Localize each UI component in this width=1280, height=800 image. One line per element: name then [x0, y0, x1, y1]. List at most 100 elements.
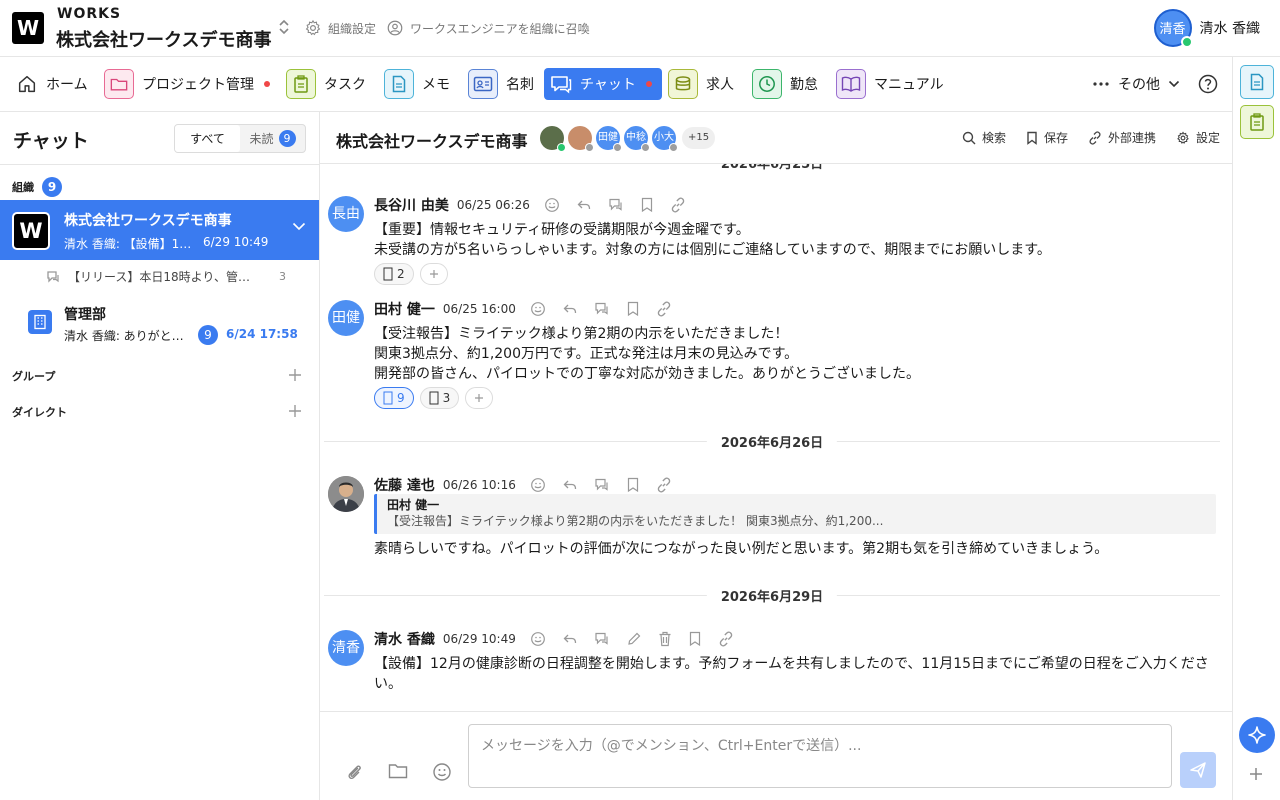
nav-card[interactable]: 名刺 [464, 68, 538, 100]
link-icon[interactable] [656, 477, 672, 493]
bookmark-icon[interactable] [688, 631, 702, 647]
reaction-chip[interactable]: 3 [419, 387, 460, 409]
nav-chat[interactable]: チャット [544, 68, 662, 100]
emoji-icon[interactable] [530, 631, 546, 647]
nav-manual[interactable]: マニュアル [832, 68, 948, 100]
link-icon[interactable] [656, 301, 672, 317]
bookmark-icon[interactable] [626, 301, 640, 317]
more-dots-icon [1092, 82, 1110, 86]
building-icon [28, 310, 52, 334]
memo-icon [1250, 73, 1264, 91]
org-switch-icon[interactable] [278, 18, 290, 36]
edit-icon[interactable] [626, 631, 642, 647]
reply-icon[interactable] [562, 631, 578, 647]
sender-name[interactable]: 佐藤 達也 [374, 475, 435, 495]
org-name[interactable]: 株式会社ワークスデモ商事 [56, 26, 271, 52]
add-reaction-button[interactable] [465, 387, 494, 409]
section-org-header[interactable]: 組織 9 [12, 177, 62, 197]
nav-attendance[interactable]: 勤怠 [748, 68, 822, 100]
reply-icon[interactable] [576, 197, 592, 213]
member-list[interactable]: 田健 中稔 小大 +15 [540, 126, 716, 152]
member-avatar[interactable]: 中稔 [624, 126, 650, 152]
nav-more-menu[interactable]: その他 [1092, 74, 1180, 94]
invite-engineer-link[interactable]: ワークスエンジニアを組織に召喚 [386, 19, 590, 37]
reactions: 9 3 [374, 387, 494, 409]
bookmark-icon[interactable] [626, 477, 640, 493]
chat-settings-button[interactable]: 設定 [1176, 129, 1220, 146]
add-reaction-button[interactable] [419, 263, 448, 285]
external-link-button[interactable]: 外部連携 [1088, 129, 1156, 146]
member-avatar[interactable] [540, 126, 566, 152]
members-more-badge[interactable]: +15 [682, 127, 716, 149]
bookmark-icon[interactable] [640, 197, 654, 213]
thread-icon[interactable] [608, 197, 624, 213]
attach-icon[interactable] [344, 762, 364, 782]
trash-icon[interactable] [658, 631, 672, 647]
message-header: 佐藤 達也 06/26 10:16 [374, 476, 672, 494]
add-group-icon[interactable] [288, 368, 302, 382]
reply-icon[interactable] [562, 477, 578, 493]
thread-icon[interactable] [594, 301, 610, 317]
section-group-header[interactable]: グループ [12, 368, 55, 384]
org-settings-link[interactable]: 組織設定 [304, 19, 376, 37]
chat-title: 株式会社ワークスデモ商事 [336, 132, 528, 151]
member-avatar[interactable]: 小大 [652, 126, 678, 152]
emoji-icon[interactable] [530, 301, 546, 317]
avatar[interactable]: 田健 [328, 300, 364, 336]
save-button[interactable]: 保存 [1026, 129, 1068, 146]
emoji-icon[interactable] [432, 762, 452, 782]
message-header: 長谷川 由美 06/25 06:26 [374, 196, 686, 214]
chat-actions: 検索 保存 外部連携 設定 [962, 129, 1220, 146]
sender-name[interactable]: 清水 香織 [374, 629, 435, 649]
filter-unread-tab[interactable]: 未読 9 [240, 125, 305, 152]
link-icon[interactable] [718, 631, 734, 647]
member-avatar[interactable] [568, 126, 594, 152]
clap-icon [429, 391, 439, 405]
nav-manual-label: マニュアル [874, 77, 944, 93]
folder-icon[interactable] [388, 762, 408, 780]
avatar[interactable]: 清香 [328, 630, 364, 666]
nav-memo[interactable]: メモ [380, 68, 454, 100]
emoji-icon[interactable] [544, 197, 560, 213]
works-logo[interactable]: W [12, 12, 44, 44]
send-button[interactable] [1180, 752, 1216, 788]
help-icon[interactable] [1198, 74, 1218, 94]
chat-room-active[interactable]: W 株式会社ワークスデモ商事 清水 香織: 【設備】1… 6/29 10:49 [0, 200, 319, 260]
member-avatar[interactable]: 田健 [596, 126, 622, 152]
emoji-icon[interactable] [530, 477, 546, 493]
sender-name[interactable]: 長谷川 由美 [374, 195, 449, 215]
avatar[interactable]: 長由 [328, 196, 364, 232]
thread-icon[interactable] [594, 477, 610, 493]
ai-assistant-button[interactable] [1239, 717, 1275, 753]
message-input[interactable] [468, 724, 1172, 788]
thread-text: 【リリース】本日18時より、管… [68, 270, 250, 284]
room-name-admin[interactable]: 管理部 [64, 304, 106, 324]
nav-task[interactable]: タスク [282, 68, 370, 100]
notification-dot [645, 81, 652, 87]
reaction-chip[interactable]: 9 [374, 387, 414, 409]
message-header: 田村 健一 06/25 16:00 [374, 300, 672, 318]
reaction-chip[interactable]: 2 [374, 263, 414, 285]
chevron-down-icon[interactable] [292, 222, 306, 231]
thread-item[interactable]: 【リリース】本日18時より、管… [46, 268, 306, 285]
user-menu[interactable]: 清香 清水 香織 [1153, 9, 1260, 48]
rail-add-icon[interactable] [1249, 767, 1263, 781]
nav-card-label: 名刺 [506, 77, 534, 93]
filter-all-tab[interactable]: すべて [175, 125, 240, 152]
sender-name[interactable]: 田村 健一 [374, 299, 435, 319]
quoted-message[interactable]: 田村 健一 【受注報告】ミライテック様より第2期の内示をいただきました！ 関東3… [374, 494, 1216, 534]
sidebar-title: チャット [13, 130, 89, 152]
avatar[interactable] [328, 476, 364, 512]
search-button[interactable]: 検索 [962, 129, 1006, 146]
rail-memo-button[interactable] [1240, 65, 1274, 99]
thread-icon[interactable] [594, 631, 610, 647]
nav-project[interactable]: プロジェクト管理 [100, 68, 274, 100]
nav-home[interactable]: ホーム [12, 68, 92, 100]
user-avatar[interactable]: 清香 [1153, 9, 1193, 48]
rail-task-button[interactable] [1240, 105, 1274, 139]
add-direct-icon[interactable] [288, 404, 302, 418]
reply-icon[interactable] [562, 301, 578, 317]
link-icon[interactable] [670, 197, 686, 213]
section-direct-header[interactable]: ダイレクト [12, 404, 67, 420]
nav-job[interactable]: 求人 [664, 68, 738, 100]
